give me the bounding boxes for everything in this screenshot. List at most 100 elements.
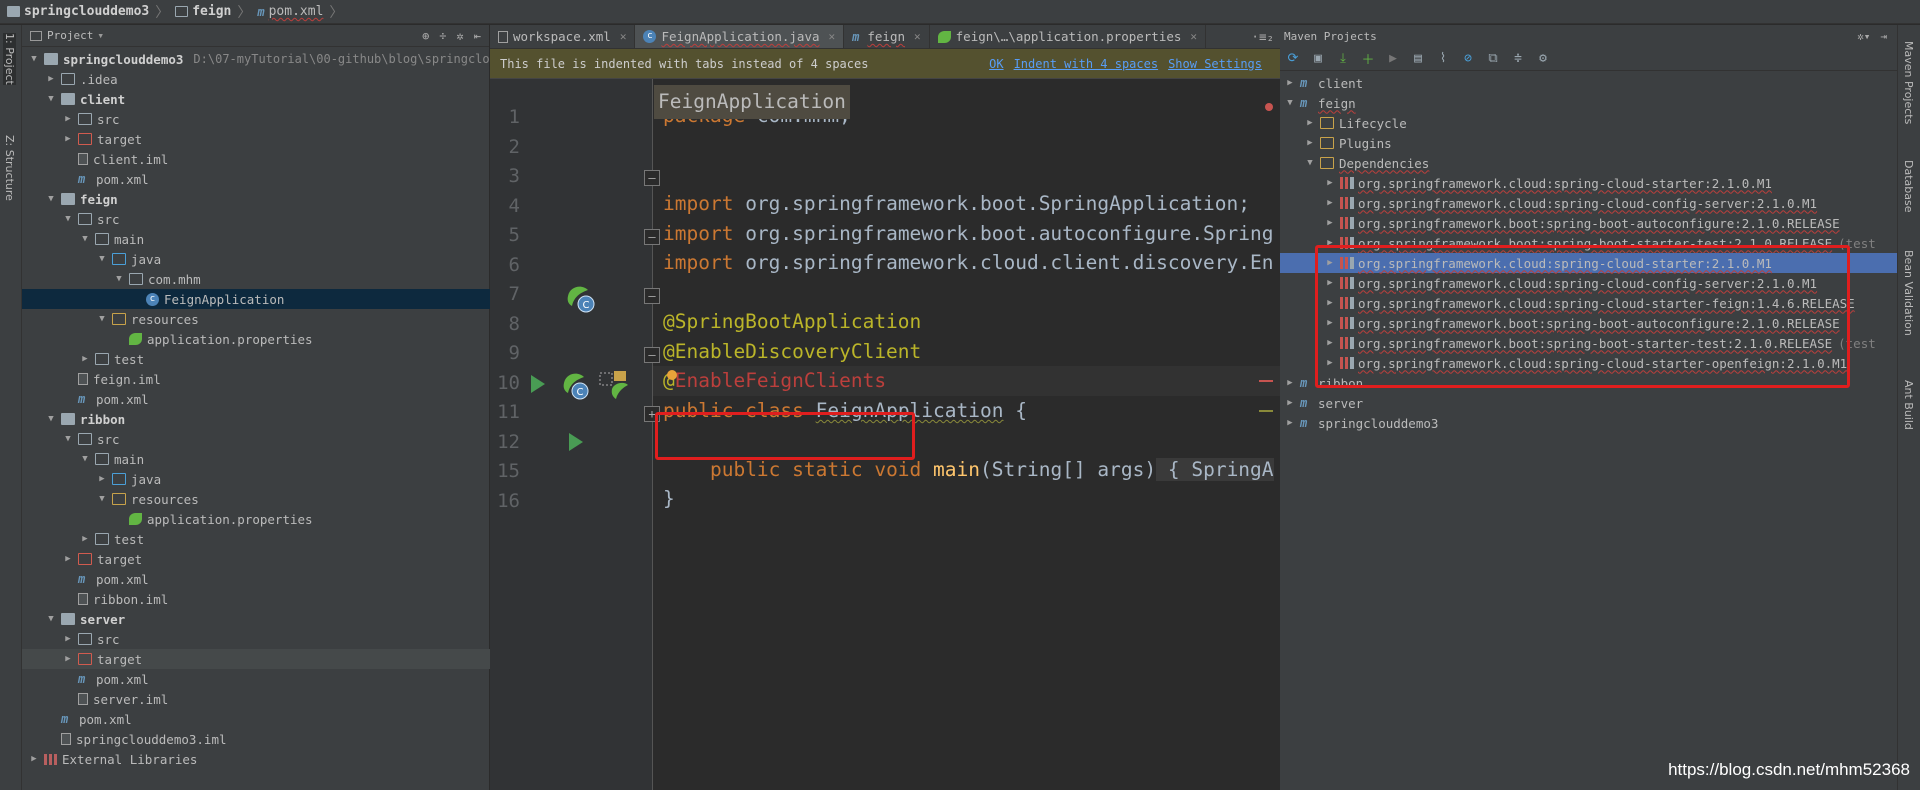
- project-tree-item[interactable]: ▼ springclouddemo3 D:\07-myTutorial\00-git…: [22, 49, 490, 69]
- project-tree-item[interactable]: ▶ target: [22, 129, 490, 149]
- project-tree-item[interactable]: ▶ src: [22, 629, 490, 649]
- expand-down-icon[interactable]: ▼: [96, 314, 108, 324]
- run-goal-icon[interactable]: ▶: [1384, 50, 1402, 68]
- expand-right-icon[interactable]: ▶: [79, 354, 91, 364]
- maven-tree-item[interactable]: ▶ org.springframework.boot:spring-boot-au…: [1280, 313, 1897, 333]
- project-tree-item[interactable]: ▶ target: [22, 549, 490, 569]
- view-dropdown-icon[interactable]: ▾: [97, 29, 104, 42]
- close-icon[interactable]: ✕: [829, 30, 836, 43]
- notice-settings-link[interactable]: Show Settings: [1168, 57, 1262, 71]
- expand-right-icon[interactable]: ▶: [1284, 398, 1296, 408]
- maven-tree-item[interactable]: ▶ org.springframework.boot:spring-boot-st…: [1280, 233, 1897, 253]
- expand-right-icon[interactable]: ▶: [1284, 418, 1296, 428]
- run-icon[interactable]: [530, 374, 546, 397]
- expand-down-icon[interactable]: ▼: [79, 234, 91, 244]
- project-tree-item[interactable]: ▼ src: [22, 209, 490, 229]
- close-icon[interactable]: ✕: [1190, 30, 1197, 43]
- settings-icon[interactable]: ✲▾: [1857, 30, 1870, 43]
- expand-right-icon[interactable]: ▶: [1324, 198, 1336, 208]
- project-tree-item[interactable]: application.properties: [22, 329, 490, 349]
- expand-down-icon[interactable]: ▼: [62, 434, 74, 444]
- maven-projects-tool-tab[interactable]: Maven Projects: [1902, 41, 1915, 124]
- project-tree-item[interactable]: ▼ server: [22, 609, 490, 629]
- expand-right-icon[interactable]: ▶: [1324, 178, 1336, 188]
- expand-right-icon[interactable]: ▶: [79, 534, 91, 544]
- bean-validation-tool-tab[interactable]: Bean Validation: [1902, 250, 1915, 336]
- spring-bean-icon[interactable]: C: [560, 369, 592, 404]
- maven-tree-item[interactable]: ▶ m springclouddemo3: [1280, 413, 1897, 433]
- close-icon[interactable]: ✕: [914, 30, 921, 43]
- maven-tree-item[interactable]: ▶ m client: [1280, 73, 1897, 93]
- maven-tree-item[interactable]: ▶ org.springframework.cloud:spring-cloud-…: [1280, 253, 1897, 273]
- project-tree-item[interactable]: ▶ src: [22, 109, 490, 129]
- project-tree-item[interactable]: ▶ test: [22, 529, 490, 549]
- expand-down-icon[interactable]: ▼: [113, 274, 125, 284]
- project-tree-item[interactable]: ▼ ribbon: [22, 409, 490, 429]
- code-editor[interactable]: package com.mhm; import org.springframew…: [653, 79, 1280, 790]
- maven-tree-item[interactable]: ▶ org.springframework.cloud:spring-cloud-…: [1280, 273, 1897, 293]
- tab-workspace-xml[interactable]: workspace.xml ✕: [490, 25, 636, 48]
- breadcrumb-module[interactable]: feign: [172, 2, 234, 22]
- maven-tree-item[interactable]: ▶ org.springframework.boot:spring-boot-st…: [1280, 333, 1897, 353]
- maven-tree-item[interactable]: ▼ Dependencies: [1280, 153, 1897, 173]
- database-tool-tab[interactable]: Database: [1902, 160, 1915, 213]
- expand-right-icon[interactable]: ▶: [62, 134, 74, 144]
- maven-tree-item[interactable]: ▶ Plugins: [1280, 133, 1897, 153]
- expand-right-icon[interactable]: ▶: [1324, 278, 1336, 288]
- expand-right-icon[interactable]: ▶: [96, 474, 108, 484]
- structure-tool-tab[interactable]: Z: Structure: [3, 135, 16, 201]
- expand-right-icon[interactable]: ▶: [1324, 318, 1336, 328]
- skip-tests-icon[interactable]: ⊘: [1459, 50, 1477, 68]
- spring-boot-icon[interactable]: C: [564, 282, 596, 317]
- notice-ok-link[interactable]: OK: [989, 57, 1003, 71]
- reimport-icon[interactable]: ⟳: [1284, 50, 1302, 68]
- expand-down-icon[interactable]: ▼: [62, 214, 74, 224]
- project-tree-item[interactable]: ▶ test: [22, 349, 490, 369]
- project-tree-item[interactable]: feign.iml: [22, 369, 490, 389]
- expand-right-icon[interactable]: ▶: [1324, 358, 1336, 368]
- run-config-icon[interactable]: ▤: [1409, 50, 1427, 68]
- expand-down-icon[interactable]: ▼: [45, 194, 57, 204]
- close-icon[interactable]: ✕: [620, 30, 627, 43]
- maven-tree-item[interactable]: ▶ org.springframework.cloud:spring-cloud-…: [1280, 173, 1897, 193]
- maven-tree-item[interactable]: ▶ m ribbon: [1280, 373, 1897, 393]
- editor-gutter[interactable]: 1 2 3 4 5 6 7 8 9 10 11 12 15 16 C C: [490, 79, 653, 790]
- project-tree-item[interactable]: ribbon.iml: [22, 589, 490, 609]
- spring-config-icon[interactable]: [598, 369, 632, 406]
- toggle-offline-icon[interactable]: ⌇: [1434, 50, 1452, 68]
- collapse-all-icon[interactable]: ≑: [1509, 50, 1527, 68]
- project-tree-item[interactable]: c FeignApplication: [22, 289, 490, 309]
- project-tool-tab[interactable]: 1: Project: [3, 33, 16, 85]
- project-tree-item[interactable]: ▼ client: [22, 89, 490, 109]
- maven-tree-item[interactable]: ▶ org.springframework.cloud:spring-cloud-…: [1280, 193, 1897, 213]
- project-tree-item[interactable]: ▼ resources: [22, 309, 490, 329]
- tab-list-menu[interactable]: ·≡₂: [1245, 25, 1280, 48]
- expand-down-icon[interactable]: ▼: [96, 254, 108, 264]
- maven-tree-item[interactable]: ▶ org.springframework.boot:spring-boot-au…: [1280, 213, 1897, 233]
- expand-right-icon[interactable]: ▶: [1304, 138, 1316, 148]
- expand-down-icon[interactable]: ▼: [96, 494, 108, 504]
- project-tree-item[interactable]: ▼ feign: [22, 189, 490, 209]
- expand-right-icon[interactable]: ▶: [1324, 338, 1336, 348]
- expand-down-icon[interactable]: ▼: [28, 54, 40, 64]
- project-tree-item[interactable]: ▶ .idea: [22, 69, 490, 89]
- collapse-all-icon[interactable]: ÷: [439, 29, 446, 43]
- maven-tree-item[interactable]: ▶ Lifecycle: [1280, 113, 1897, 133]
- maven-settings-icon[interactable]: ⚙: [1534, 50, 1552, 68]
- project-tree-item[interactable]: m pom.xml: [22, 169, 490, 189]
- expand-down-icon[interactable]: ▼: [45, 94, 57, 104]
- expand-down-icon[interactable]: ▼: [1304, 158, 1316, 168]
- project-tree-item[interactable]: application.properties: [22, 509, 490, 529]
- maven-tree-item[interactable]: ▶ m server: [1280, 393, 1897, 413]
- project-tree-item[interactable]: ▶ External Libraries: [22, 749, 490, 769]
- hide-panel-icon[interactable]: ⇤: [474, 29, 481, 43]
- scroll-from-source-icon[interactable]: ⊕: [422, 29, 429, 43]
- expand-right-icon[interactable]: ▶: [1324, 218, 1336, 228]
- expand-right-icon[interactable]: ▶: [1324, 238, 1336, 248]
- breadcrumb-file[interactable]: m pom.xml: [254, 2, 326, 22]
- breadcrumb-project[interactable]: springclouddemo3: [4, 2, 152, 22]
- maven-tree-item[interactable]: ▼ m feign: [1280, 93, 1897, 113]
- project-tree-item[interactable]: ▶ target: [22, 649, 490, 669]
- expand-right-icon[interactable]: ▶: [1284, 378, 1296, 388]
- ant-build-tool-tab[interactable]: Ant Build: [1902, 380, 1915, 430]
